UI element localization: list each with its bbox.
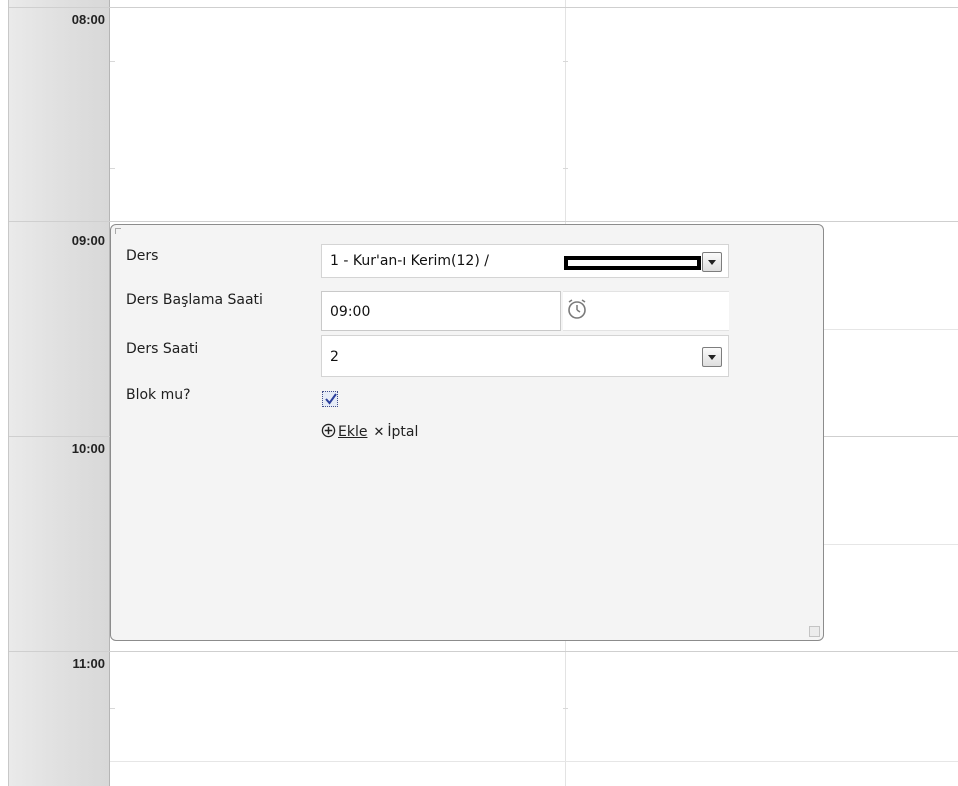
lesson-hours-value: 2 bbox=[330, 349, 339, 365]
hour-label: 11:00 bbox=[72, 656, 105, 671]
quarter-tick bbox=[563, 61, 568, 62]
alarm-clock-icon[interactable] bbox=[565, 297, 589, 321]
block-label: Blok mu? bbox=[126, 387, 191, 403]
lesson-select[interactable]: 1 - Kur'an-ı Kerim(12) / bbox=[321, 244, 729, 278]
quarter-tick bbox=[110, 168, 115, 169]
start-time-label: Ders Başlama Saati bbox=[126, 292, 263, 308]
cancel-button[interactable]: İptal bbox=[387, 424, 418, 440]
lesson-select-value: 1 - Kur'an-ı Kerim(12) / bbox=[330, 253, 489, 269]
hour-label: 09:00 bbox=[71, 233, 105, 248]
panel-corner-mark bbox=[115, 228, 121, 234]
lesson-hours-dropdown-button[interactable] bbox=[702, 347, 722, 367]
hour-line bbox=[9, 7, 958, 8]
plus-circle-icon[interactable] bbox=[321, 423, 336, 438]
hour-line bbox=[9, 651, 958, 652]
hour-label: 08:00 bbox=[71, 12, 105, 27]
hour-label: 10:00 bbox=[71, 441, 105, 456]
form-actions: Ekle ✕ İptal bbox=[321, 423, 418, 440]
quarter-tick bbox=[110, 708, 115, 709]
start-time-value: 09:00 bbox=[330, 304, 371, 320]
half-hour-line bbox=[110, 761, 958, 762]
quarter-tick bbox=[110, 61, 115, 62]
quarter-tick bbox=[563, 168, 568, 169]
lesson-label: Ders bbox=[126, 248, 159, 264]
lesson-dropdown-button[interactable] bbox=[702, 252, 722, 272]
block-checkbox[interactable] bbox=[322, 391, 338, 407]
start-time-input[interactable]: 09:00 bbox=[321, 291, 561, 331]
close-icon[interactable]: ✕ bbox=[373, 425, 384, 440]
resize-grip[interactable] bbox=[809, 626, 820, 637]
hour-line bbox=[9, 221, 958, 222]
lesson-hours-select[interactable]: 2 bbox=[321, 335, 729, 377]
redacted-text bbox=[564, 256, 701, 270]
quarter-tick bbox=[563, 708, 568, 709]
lesson-hours-label: Ders Saati bbox=[126, 341, 199, 357]
appointment-form-panel: Ders 1 - Kur'an-ı Kerim(12) / Ders Başla… bbox=[110, 224, 824, 641]
add-button[interactable]: Ekle bbox=[338, 424, 367, 440]
left-edge bbox=[0, 0, 9, 786]
checkmark-icon bbox=[325, 393, 337, 405]
